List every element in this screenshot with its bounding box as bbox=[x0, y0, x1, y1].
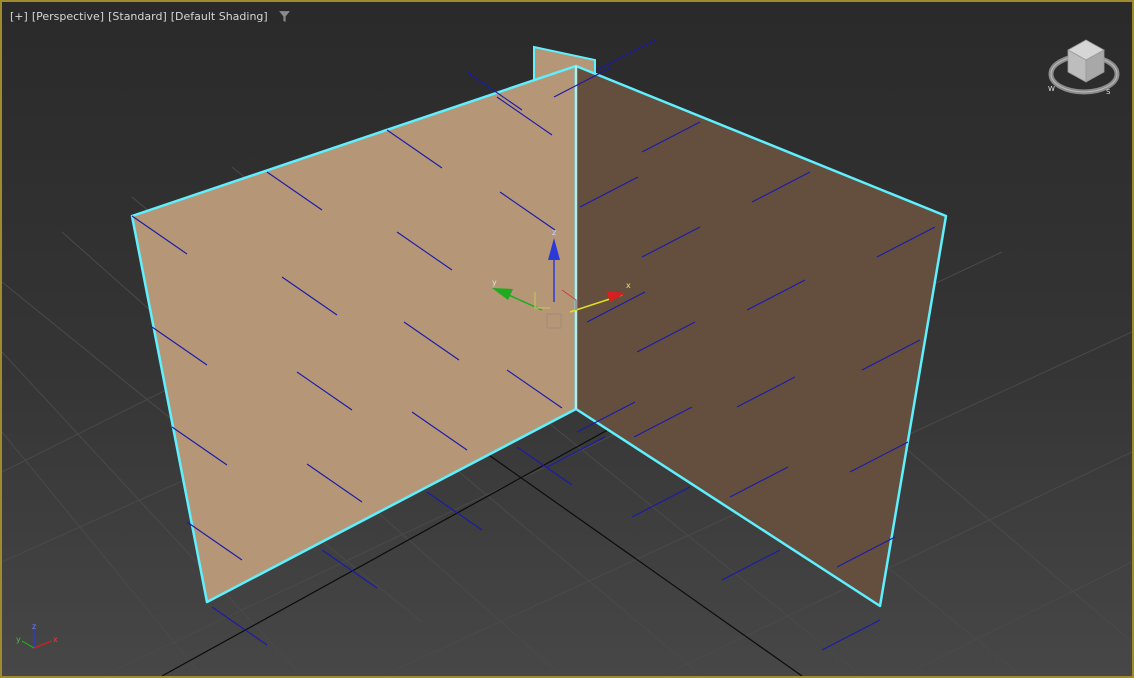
face-normal bbox=[211, 606, 268, 646]
viewcube-icon[interactable]: W S bbox=[1048, 39, 1120, 96]
compass-w-label: W bbox=[1048, 85, 1055, 93]
viewport-mode-menu[interactable]: [Standard] bbox=[108, 10, 167, 23]
face-normal bbox=[821, 619, 881, 651]
face-normal bbox=[426, 491, 483, 531]
right-wall-plane[interactable] bbox=[574, 64, 948, 608]
viewport-plus-menu[interactable]: [+] bbox=[10, 10, 28, 23]
viewport-label-menu: [+] [Perspective] [Standard] [Default Sh… bbox=[10, 10, 291, 23]
gizmo-z-label: z bbox=[552, 228, 556, 237]
face-normal bbox=[631, 486, 691, 518]
face-normal bbox=[596, 39, 656, 71]
viewport-scene[interactable]: z x y W S z x y bbox=[2, 2, 1132, 676]
perspective-viewport[interactable]: z x y W S z x y [+] [Perspective] [Stand… bbox=[0, 0, 1134, 678]
left-wall-plane[interactable] bbox=[130, 64, 578, 604]
viewport-view-menu[interactable]: [Perspective] bbox=[32, 10, 104, 23]
viewport-shading-menu[interactable]: [Default Shading] bbox=[171, 10, 268, 23]
gizmo-x-label: x bbox=[626, 281, 631, 290]
face-normal bbox=[516, 446, 573, 486]
compass-s-label: S bbox=[1106, 88, 1111, 96]
gizmo-y-label: y bbox=[492, 278, 497, 287]
axis-tripod-icon: z x y bbox=[16, 622, 58, 649]
tripod-x-label: x bbox=[53, 635, 58, 644]
tripod-z-label: z bbox=[32, 622, 36, 631]
face-normal bbox=[721, 549, 781, 581]
face-normal bbox=[546, 436, 606, 468]
tripod-y-label: y bbox=[16, 635, 21, 644]
viewport-filter-icon[interactable] bbox=[278, 10, 291, 23]
